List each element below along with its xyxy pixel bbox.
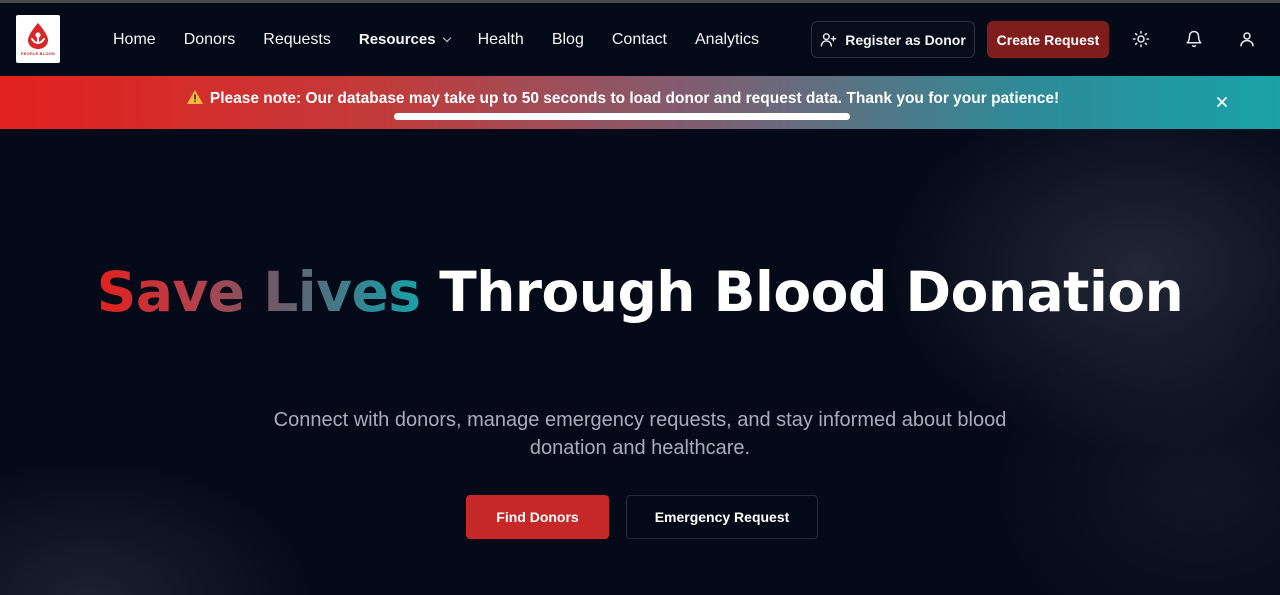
register-donor-label: Register as Donor xyxy=(845,31,966,48)
hero-subtitle: Connect with donors, manage emergency re… xyxy=(273,409,1007,459)
site-header: PEOPLE BLOOD Home Donors Requests Resour… xyxy=(0,3,1280,76)
sun-icon[interactable] xyxy=(1132,30,1150,48)
hero-title: Save Lives Through Blood Donation xyxy=(0,262,1280,322)
create-request-button[interactable]: Create Request xyxy=(987,21,1109,58)
loading-progress-fill xyxy=(394,113,850,120)
find-donors-label: Find Donors xyxy=(496,509,579,525)
nav-analytics[interactable]: Analytics xyxy=(695,31,759,49)
find-donors-button[interactable]: Find Donors xyxy=(466,495,609,539)
hero-section: Save Lives Through Blood Donation Connec… xyxy=(0,129,1280,595)
nav-health[interactable]: Health xyxy=(478,31,524,49)
nav-contact[interactable]: Contact xyxy=(612,31,667,49)
logo[interactable]: PEOPLE BLOOD xyxy=(16,15,60,63)
nav-resources-label: Resources xyxy=(358,31,436,48)
nav-donors[interactable]: Donors xyxy=(184,31,236,49)
chevron-down-icon xyxy=(442,33,451,42)
user-plus-icon xyxy=(820,33,837,47)
register-donor-button[interactable]: Register as Donor xyxy=(811,21,975,58)
user-icon[interactable] xyxy=(1238,30,1256,48)
close-icon[interactable] xyxy=(1215,95,1229,109)
warning-icon xyxy=(186,90,203,104)
nav-home[interactable]: Home xyxy=(113,31,156,49)
banner-text: Please note: Our database may take up to… xyxy=(209,90,1060,107)
nav-resources-dropdown[interactable]: Resources xyxy=(358,31,451,48)
blood-drop-logo-icon xyxy=(28,23,48,49)
notice-banner: Please note: Our database may take up to… xyxy=(0,76,1280,129)
nav-requests[interactable]: Requests xyxy=(263,31,331,49)
bell-icon[interactable] xyxy=(1185,30,1203,48)
create-request-label: Create Request xyxy=(996,31,1100,48)
hero-title-highlight: Save Lives xyxy=(96,260,421,324)
emergency-request-label: Emergency Request xyxy=(654,509,790,525)
logo-text: PEOPLE BLOOD xyxy=(20,51,56,56)
hero-title-rest: Through Blood Donation xyxy=(439,260,1184,324)
loading-progress-bar xyxy=(394,113,850,120)
banner-message: Please note: Our database may take up to… xyxy=(0,89,1245,108)
main-nav: Home Donors Requests Resources Health Bl… xyxy=(113,3,787,76)
nav-blog[interactable]: Blog xyxy=(552,31,584,49)
emergency-request-button[interactable]: Emergency Request xyxy=(626,495,818,539)
